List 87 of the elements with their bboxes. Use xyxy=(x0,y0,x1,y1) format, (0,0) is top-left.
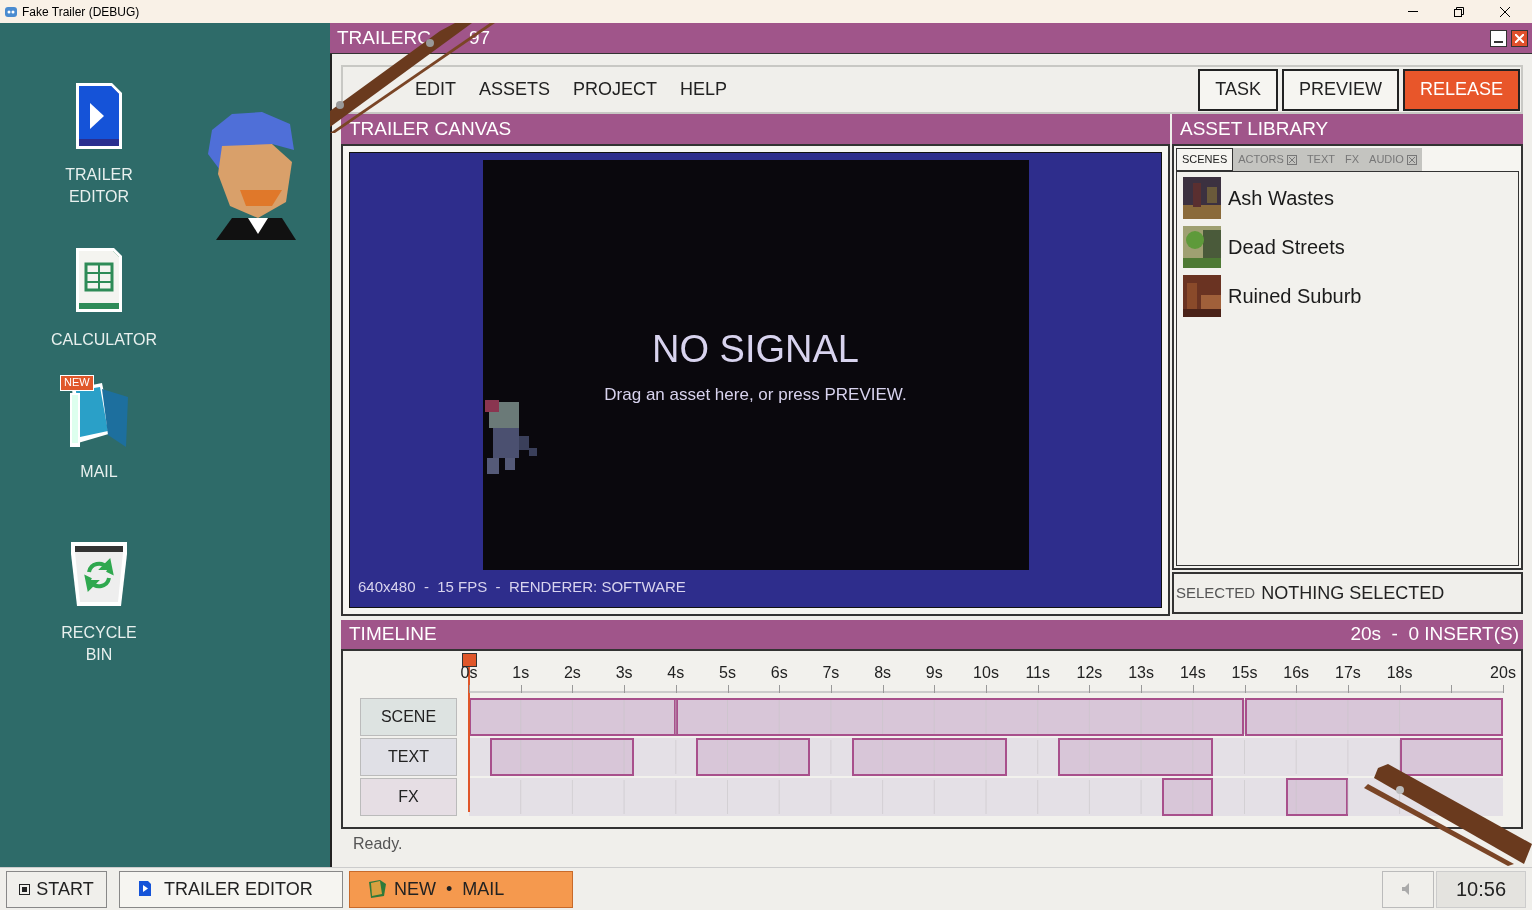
asset-item[interactable]: Ash Wastes xyxy=(1183,177,1518,219)
timeline-clip[interactable] xyxy=(1058,738,1214,776)
taskbar-button[interactable]: TRAILER EDITOR xyxy=(119,870,343,908)
tick-label: 7s xyxy=(822,663,840,683)
tick-label: 2s xyxy=(563,663,581,683)
tick-label: 11s xyxy=(1025,663,1050,683)
tick-label: 5s xyxy=(719,663,736,683)
minimize-button[interactable] xyxy=(1490,29,1507,47)
restore-icon xyxy=(1454,6,1464,17)
renderer-info: 640x480 - 15 FPS - RENDERER: SOFTWARE xyxy=(358,577,686,597)
track-label: TEXT xyxy=(360,738,457,776)
new-badge: NEW xyxy=(60,375,94,391)
playhead[interactable] xyxy=(461,653,477,812)
library-tab[interactable]: SCENES xyxy=(1176,148,1234,171)
tick-label: 17s xyxy=(1335,663,1361,683)
locked-icon xyxy=(1286,154,1297,165)
tick-label: 3s xyxy=(615,663,633,683)
minimize-icon xyxy=(1494,40,1503,43)
icon-label: TRAILER EDITOR xyxy=(64,165,134,207)
icon-label: CALCULATOR xyxy=(50,330,159,350)
selected-value: NOTHING SELECTED xyxy=(1261,581,1445,605)
timeline-clip[interactable] xyxy=(489,738,635,776)
panel-header: TIMELINE xyxy=(349,622,437,647)
toolbar-button[interactable]: TASK xyxy=(1198,68,1278,111)
locked-icon xyxy=(1406,154,1417,165)
timeline-gap xyxy=(634,738,697,776)
menu-item[interactable]: PROJECT xyxy=(573,76,658,103)
track-label: SCENE xyxy=(360,698,457,736)
close-button[interactable] xyxy=(1511,29,1528,47)
tick-label: 8s xyxy=(874,663,892,683)
timeline-clip[interactable] xyxy=(1285,778,1348,816)
tick-label: 18s xyxy=(1386,663,1413,683)
timeline-clip[interactable] xyxy=(675,698,1245,736)
timeline-clip[interactable] xyxy=(851,738,1007,776)
clock: 10:56 xyxy=(1436,870,1526,908)
icon-label: MAIL xyxy=(79,462,119,482)
desktop-icon[interactable]: TRAILER EDITOR xyxy=(29,78,169,208)
desktop-icon[interactable]: CALCULATOR xyxy=(29,243,169,351)
tick-label: 9s xyxy=(925,663,943,683)
timeline-gap xyxy=(469,738,490,776)
start-icon xyxy=(19,883,31,895)
menu-item[interactable]: ASSETS xyxy=(479,76,551,103)
timeline-summary: 20s - 0 INSERT(S) xyxy=(1350,622,1519,647)
panel-header: TRAILER CANVAS xyxy=(341,114,1170,144)
tick-label: 10s xyxy=(973,663,999,683)
tick-label: 4s xyxy=(667,663,685,683)
menu-item[interactable]: HELP xyxy=(680,76,728,103)
tick-label: 12s xyxy=(1076,663,1103,683)
tick-label: 1s xyxy=(512,663,530,683)
menu-item[interactable]: EDIT xyxy=(415,76,456,103)
hint-text: Drag an asset here, or press PREVIEW. xyxy=(604,384,907,406)
timeline-clip[interactable] xyxy=(1161,778,1214,816)
desktop-icon[interactable]: RECYCLE BIN xyxy=(29,536,169,666)
minimize-icon xyxy=(1408,10,1418,13)
book-icon xyxy=(368,880,386,898)
tick-label: 13s xyxy=(1128,663,1154,683)
close-icon xyxy=(1515,33,1524,43)
selected-label: SELECTED xyxy=(1176,582,1256,603)
tick-label: 14s xyxy=(1179,663,1206,683)
track-label: FX xyxy=(360,778,457,816)
timeline-clip[interactable] xyxy=(696,738,811,776)
document-icon xyxy=(74,81,124,151)
status-text: Ready. xyxy=(353,833,403,854)
tick-label: 6s xyxy=(770,663,788,683)
tick-label: 20s xyxy=(1490,663,1516,683)
timeline-gap xyxy=(1006,738,1059,776)
panel-header: ASSET LIBRARY xyxy=(1172,114,1523,144)
app-logo-icon xyxy=(4,4,18,19)
window-title: Fake Trailer (DEBUG) xyxy=(22,3,140,21)
desktop-icon[interactable]: NEW MAIL xyxy=(29,375,169,483)
toolbar-button[interactable]: RELEASE xyxy=(1402,68,1520,111)
asset-item[interactable]: Dead Streets xyxy=(1183,226,1518,268)
timeline-gap xyxy=(810,738,852,776)
timeline-clip[interactable] xyxy=(1399,738,1503,776)
timeline-clip[interactable] xyxy=(1244,698,1503,736)
toolbar-button[interactable]: PREVIEW xyxy=(1281,68,1399,111)
icon-label: RECYCLE BIN xyxy=(60,623,138,665)
tick-label: 16s xyxy=(1283,663,1310,683)
start-button[interactable]: START xyxy=(6,870,107,908)
asset-item[interactable]: Ruined Suburb xyxy=(1183,275,1518,317)
app-title: TRAILERC xyxy=(337,25,431,50)
taskbar-button[interactable]: NEW • MAIL xyxy=(349,870,573,908)
no-signal-heading: NO SIGNAL xyxy=(652,330,859,368)
close-icon xyxy=(1500,6,1510,17)
timeline-clip[interactable] xyxy=(469,698,676,736)
tick-label: 15s xyxy=(1231,663,1258,683)
volume-button[interactable] xyxy=(1382,870,1434,908)
